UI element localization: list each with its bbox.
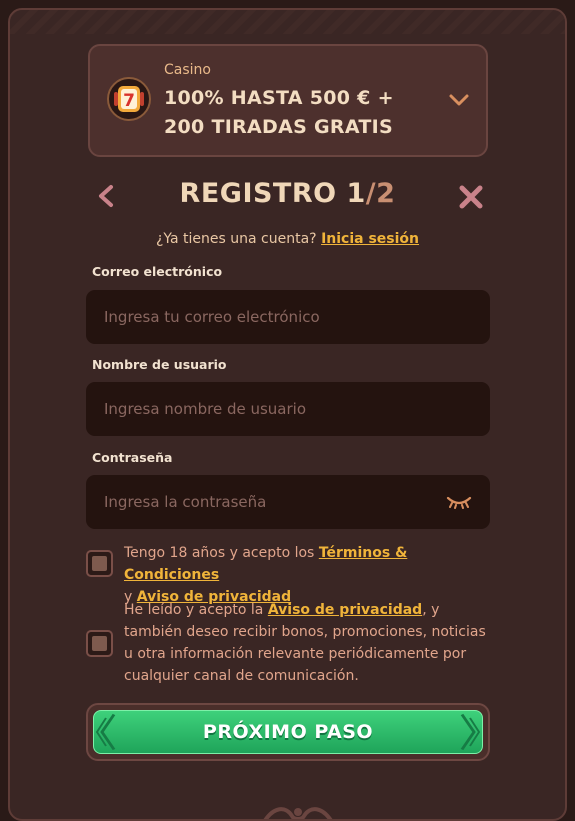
page-title: REGISTRO 1/2 <box>150 178 425 209</box>
next-step-button[interactable]: PRÓXIMO PASO <box>86 703 490 761</box>
password-field-container <box>86 475 490 529</box>
username-label: Nombre de usuario <box>92 357 227 372</box>
login-link[interactable]: Inicia sesión <box>321 231 419 247</box>
email-field-container <box>86 290 490 344</box>
close-icon[interactable] <box>458 184 484 210</box>
terms-text-1: Tengo 18 años y acepto los <box>124 545 315 561</box>
marketing-privacy-link[interactable]: Aviso de privacidad <box>268 602 422 618</box>
password-label: Contraseña <box>92 450 173 465</box>
email-label: Correo electrónico <box>92 264 223 279</box>
username-field-container <box>86 382 490 436</box>
email-field[interactable] <box>86 290 490 344</box>
terms-checkbox[interactable] <box>86 550 113 577</box>
password-field[interactable] <box>86 475 490 529</box>
terms-checkbox-fill <box>92 556 107 571</box>
slot-seven-icon: 7 <box>107 77 151 121</box>
bonus-category: Casino <box>164 62 211 78</box>
marketing-checkbox[interactable] <box>86 630 113 657</box>
eye-closed-icon[interactable] <box>446 495 472 509</box>
bonus-title: 100% HASTA 500 € + 200 TIRADAS GRATIS <box>164 87 394 138</box>
next-step-button-face: PRÓXIMO PASO <box>93 710 483 754</box>
svg-text:7: 7 <box>123 91 135 111</box>
login-prompt-text: ¿Ya tienes una cuenta? <box>155 231 317 247</box>
login-prompt: ¿Ya tienes una cuenta? Inicia sesión <box>0 231 575 247</box>
marketing-checkbox-fill <box>92 636 107 651</box>
chevron-left-icon[interactable] <box>96 184 116 208</box>
title-step: REGISTRO 1 <box>179 178 366 209</box>
chevron-down-icon[interactable] <box>448 92 470 108</box>
title-step-total: /2 <box>365 178 396 209</box>
bottom-ornament-icon <box>263 807 333 819</box>
next-step-label: PRÓXIMO PASO <box>202 721 374 743</box>
marketing-consent-text: He leído y acepto la Aviso de privacidad… <box>124 599 494 687</box>
username-field[interactable] <box>86 382 490 436</box>
bonus-selector[interactable]: 7 Casino 100% HASTA 500 € + 200 TIRADAS … <box>88 44 488 157</box>
marketing-text-1: He leído y acepto la <box>124 602 264 618</box>
top-border-pattern <box>10 10 565 34</box>
